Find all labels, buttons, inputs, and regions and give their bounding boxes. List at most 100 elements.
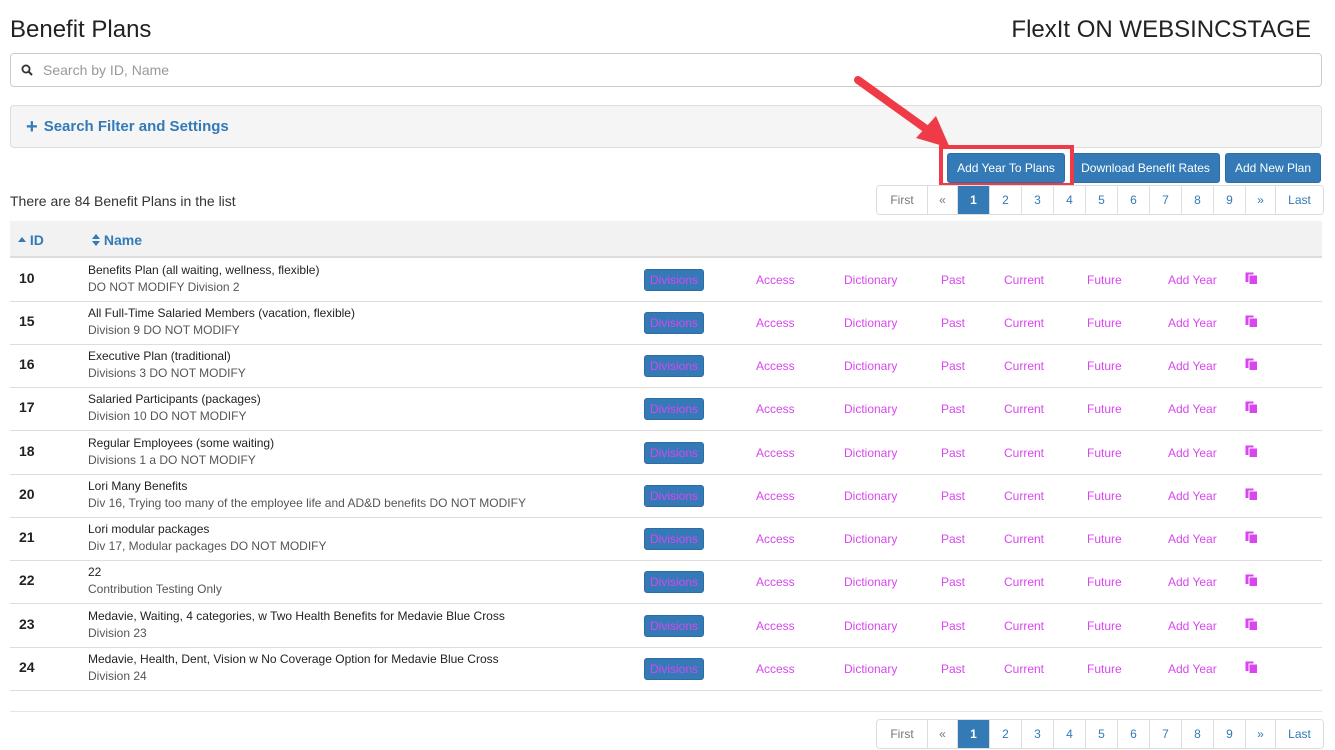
add-new-plan-button[interactable]: Add New Plan bbox=[1225, 153, 1321, 183]
past-link[interactable]: Past bbox=[941, 273, 965, 287]
divisions-button[interactable]: Divisions bbox=[644, 658, 704, 680]
past-link[interactable]: Past bbox=[941, 662, 965, 676]
future-link[interactable]: Future bbox=[1087, 489, 1122, 503]
pagination-page[interactable]: 4 bbox=[1053, 186, 1085, 214]
copy-icon[interactable] bbox=[1245, 445, 1258, 458]
divisions-button[interactable]: Divisions bbox=[644, 571, 704, 593]
pagination-page[interactable]: 3 bbox=[1021, 186, 1053, 214]
pagination-next[interactable]: » bbox=[1245, 186, 1275, 214]
pagination-first[interactable]: First bbox=[877, 720, 927, 748]
search-input[interactable] bbox=[43, 62, 1293, 78]
future-link[interactable]: Future bbox=[1087, 316, 1122, 330]
future-link[interactable]: Future bbox=[1087, 273, 1122, 287]
dictionary-link[interactable]: Dictionary bbox=[844, 662, 897, 676]
add-year-link[interactable]: Add Year bbox=[1168, 402, 1217, 416]
copy-icon[interactable] bbox=[1245, 401, 1258, 414]
future-link[interactable]: Future bbox=[1087, 662, 1122, 676]
add-year-link[interactable]: Add Year bbox=[1168, 316, 1217, 330]
dictionary-link[interactable]: Dictionary bbox=[844, 446, 897, 460]
pagination-page[interactable]: 4 bbox=[1053, 720, 1085, 748]
copy-icon[interactable] bbox=[1245, 531, 1258, 544]
add-year-link[interactable]: Add Year bbox=[1168, 359, 1217, 373]
access-link[interactable]: Access bbox=[756, 532, 795, 546]
divisions-button[interactable]: Divisions bbox=[644, 528, 704, 550]
future-link[interactable]: Future bbox=[1087, 446, 1122, 460]
access-link[interactable]: Access bbox=[756, 359, 795, 373]
pagination-page[interactable]: 8 bbox=[1181, 186, 1213, 214]
pagination-page[interactable]: 9 bbox=[1213, 186, 1245, 214]
dictionary-link[interactable]: Dictionary bbox=[844, 489, 897, 503]
current-link[interactable]: Current bbox=[1004, 662, 1044, 676]
dictionary-link[interactable]: Dictionary bbox=[844, 273, 897, 287]
search-bar[interactable] bbox=[10, 53, 1322, 87]
plan-name[interactable]: Executive Plan (traditional) bbox=[88, 349, 231, 363]
plan-name[interactable]: Benefits Plan (all waiting, wellness, fl… bbox=[88, 263, 319, 277]
add-year-to-plans-button[interactable]: Add Year To Plans bbox=[947, 153, 1065, 183]
access-link[interactable]: Access bbox=[756, 316, 795, 330]
past-link[interactable]: Past bbox=[941, 489, 965, 503]
sort-name-header[interactable]: Name bbox=[92, 232, 142, 248]
divisions-button[interactable]: Divisions bbox=[644, 355, 704, 377]
plan-name[interactable]: Medavie, Waiting, 4 categories, w Two He… bbox=[88, 609, 505, 623]
add-year-link[interactable]: Add Year bbox=[1168, 532, 1217, 546]
current-link[interactable]: Current bbox=[1004, 575, 1044, 589]
past-link[interactable]: Past bbox=[941, 619, 965, 633]
pagination-page[interactable]: 1 bbox=[957, 186, 989, 214]
dictionary-link[interactable]: Dictionary bbox=[844, 619, 897, 633]
current-link[interactable]: Current bbox=[1004, 446, 1044, 460]
pagination-prev[interactable]: « bbox=[927, 186, 957, 214]
access-link[interactable]: Access bbox=[756, 575, 795, 589]
pagination-page[interactable]: 3 bbox=[1021, 720, 1053, 748]
copy-icon[interactable] bbox=[1245, 272, 1258, 285]
pagination-page[interactable]: 6 bbox=[1117, 720, 1149, 748]
dictionary-link[interactable]: Dictionary bbox=[844, 575, 897, 589]
dictionary-link[interactable]: Dictionary bbox=[844, 316, 897, 330]
search-filter-toggle[interactable]: + Search Filter and Settings bbox=[10, 105, 1322, 148]
pagination-page[interactable]: 7 bbox=[1149, 720, 1181, 748]
current-link[interactable]: Current bbox=[1004, 532, 1044, 546]
past-link[interactable]: Past bbox=[941, 402, 965, 416]
divisions-button[interactable]: Divisions bbox=[644, 398, 704, 420]
past-link[interactable]: Past bbox=[941, 359, 965, 373]
past-link[interactable]: Past bbox=[941, 316, 965, 330]
plan-name[interactable]: Regular Employees (some waiting) bbox=[88, 436, 274, 450]
copy-icon[interactable] bbox=[1245, 315, 1258, 328]
current-link[interactable]: Current bbox=[1004, 402, 1044, 416]
divisions-button[interactable]: Divisions bbox=[644, 485, 704, 507]
access-link[interactable]: Access bbox=[756, 446, 795, 460]
pagination-page[interactable]: 1 bbox=[957, 720, 989, 748]
pagination-page[interactable]: 2 bbox=[989, 186, 1021, 214]
access-link[interactable]: Access bbox=[756, 273, 795, 287]
dictionary-link[interactable]: Dictionary bbox=[844, 359, 897, 373]
plan-name[interactable]: 22 bbox=[88, 565, 101, 579]
pagination-page[interactable]: 9 bbox=[1213, 720, 1245, 748]
pagination-page[interactable]: 8 bbox=[1181, 720, 1213, 748]
copy-icon[interactable] bbox=[1245, 488, 1258, 501]
pagination-page[interactable]: 6 bbox=[1117, 186, 1149, 214]
pagination-last[interactable]: Last bbox=[1275, 720, 1323, 748]
sort-id-header[interactable]: ID bbox=[18, 232, 44, 248]
copy-icon[interactable] bbox=[1245, 574, 1258, 587]
pagination-page[interactable]: 7 bbox=[1149, 186, 1181, 214]
current-link[interactable]: Current bbox=[1004, 619, 1044, 633]
access-link[interactable]: Access bbox=[756, 662, 795, 676]
add-year-link[interactable]: Add Year bbox=[1168, 619, 1217, 633]
pagination-page[interactable]: 5 bbox=[1085, 720, 1117, 748]
pagination-page[interactable]: 2 bbox=[989, 720, 1021, 748]
dictionary-link[interactable]: Dictionary bbox=[844, 532, 897, 546]
divisions-button[interactable]: Divisions bbox=[644, 615, 704, 637]
add-year-link[interactable]: Add Year bbox=[1168, 489, 1217, 503]
current-link[interactable]: Current bbox=[1004, 273, 1044, 287]
access-link[interactable]: Access bbox=[756, 619, 795, 633]
add-year-link[interactable]: Add Year bbox=[1168, 446, 1217, 460]
plan-name[interactable]: Lori modular packages bbox=[88, 522, 209, 536]
divisions-button[interactable]: Divisions bbox=[644, 269, 704, 291]
future-link[interactable]: Future bbox=[1087, 575, 1122, 589]
copy-icon[interactable] bbox=[1245, 618, 1258, 631]
plan-name[interactable]: Medavie, Health, Dent, Vision w No Cover… bbox=[88, 652, 499, 666]
plan-name[interactable]: Lori Many Benefits bbox=[88, 479, 187, 493]
current-link[interactable]: Current bbox=[1004, 359, 1044, 373]
divisions-button[interactable]: Divisions bbox=[644, 312, 704, 334]
pagination-first[interactable]: First bbox=[877, 186, 927, 214]
pagination-last[interactable]: Last bbox=[1275, 186, 1323, 214]
